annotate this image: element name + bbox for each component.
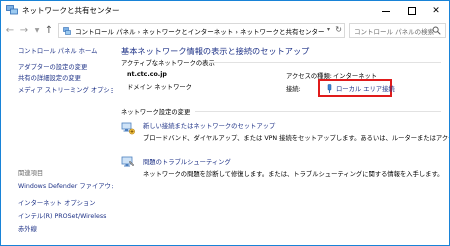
address-dropdown-chevron-icon[interactable]: ▾ — [327, 26, 330, 33]
sidebar-item-adapter-settings[interactable]: アダプターの設定の変更 — [18, 62, 87, 71]
maximize-icon — [408, 7, 416, 15]
address-row: ← → ▼ ↑ コントロール パネル › ネットワークとインターネット › ネッ… — [1, 21, 449, 41]
search-icon[interactable] — [432, 26, 441, 35]
connection-label: 接続: — [286, 86, 301, 93]
section-divider — [195, 111, 441, 112]
related-item-infrared[interactable]: 赤外線 — [18, 224, 37, 233]
troubleshoot-icon — [121, 156, 135, 167]
close-icon: ✕ — [432, 6, 440, 16]
sidebar-item-advanced-sharing[interactable]: 共有の詳細設定の変更 — [18, 73, 81, 82]
search-placeholder: コントロール パネルの検索 — [354, 28, 435, 36]
related-item-proset-wireless[interactable]: インテル(R) PROSet/Wireless — [18, 211, 106, 220]
connection-highlight-box: ローカル エリア接続 — [318, 79, 395, 97]
recent-locations-chevron-icon[interactable]: ▼ — [31, 24, 43, 38]
search-box[interactable]: コントロール パネルの検索 — [349, 23, 446, 38]
minimize-icon — [382, 10, 390, 12]
network-name: nt.ctc.co.jp — [127, 71, 167, 78]
sidebar-item-control-panel-home[interactable]: コントロール パネル ホーム — [18, 46, 97, 55]
network-center-icon — [6, 5, 18, 15]
page-title: 基本ネットワーク情報の表示と接続のセットアップ — [121, 46, 310, 56]
left-sidebar: コントロール パネル ホーム アダプターの設定の変更 共有の詳細設定の変更 メデ… — [1, 41, 130, 245]
up-arrow-icon[interactable]: ↑ — [43, 24, 55, 38]
close-button[interactable]: ✕ — [423, 1, 449, 21]
minimize-button[interactable] — [373, 1, 399, 21]
window-title: ネットワークと共有センター — [22, 6, 120, 15]
address-bar[interactable]: コントロール パネル › ネットワークとインターネット › ネットワークと共有セ… — [58, 23, 345, 38]
forward-arrow-icon[interactable]: → — [18, 24, 30, 38]
address-path: コントロール パネル › ネットワークとインターネット › ネットワークと共有セ… — [75, 28, 325, 36]
new-connection-icon — [121, 122, 135, 135]
network-sharing-center-window: ネットワークと共有センター ✕ ← → ▼ ↑ コントロール パネル › ネット… — [0, 0, 450, 246]
sidebar-item-media-streaming[interactable]: メディア ストリーミング オプション — [18, 85, 122, 94]
active-networks-heading: アクティブなネットワークの表示 — [121, 60, 215, 67]
title-bar[interactable]: ネットワークと共有センター ✕ — [1, 1, 449, 21]
network-type: ドメイン ネットワーク — [127, 84, 192, 91]
new-connection-link[interactable]: 新しい接続またはネットワークのセットアップ — [143, 121, 275, 130]
ethernet-icon — [327, 84, 332, 93]
local-area-connection-link[interactable]: ローカル エリア接続 — [336, 84, 395, 93]
troubleshoot-description: ネットワークの問題を診断して修復します。または、トラブルシューティングに関する情… — [143, 171, 444, 178]
network-center-icon — [63, 27, 71, 35]
related-items-heading: 関連項目 — [18, 170, 44, 177]
main-content: 基本ネットワーク情報の表示と接続のセットアップ アクティブなネットワークの表示 … — [113, 41, 450, 245]
change-settings-heading: ネットワーク設定の変更 — [121, 109, 191, 116]
maximize-button[interactable] — [399, 1, 425, 21]
troubleshoot-link[interactable]: 問題のトラブルシューティング — [143, 157, 231, 166]
back-arrow-icon[interactable]: ← — [4, 24, 16, 38]
new-connection-description: ブロードバンド、ダイヤルアップ、または VPN 接続をセットアップします。あるい… — [143, 135, 450, 142]
section-divider — [209, 62, 441, 63]
refresh-icon[interactable]: ↻ — [335, 25, 342, 34]
related-item-internet-options[interactable]: インターネット オプション — [18, 198, 96, 207]
